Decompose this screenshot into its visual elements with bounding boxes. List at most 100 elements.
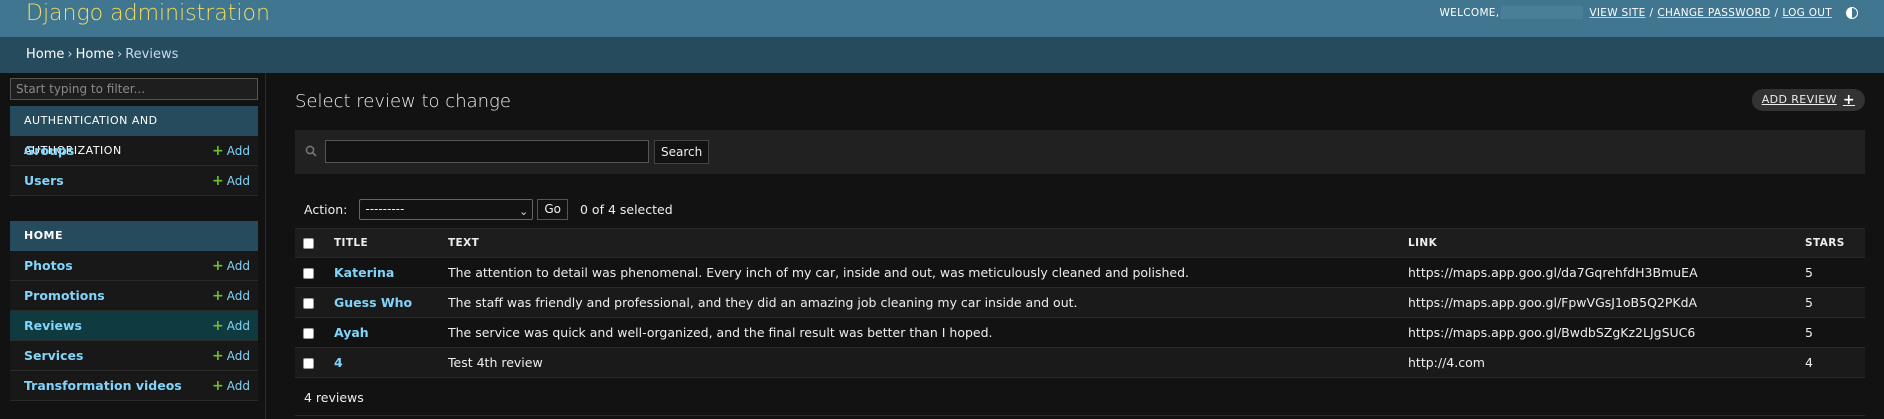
breadcrumb-home[interactable]: Home	[26, 47, 64, 62]
view-site-link[interactable]: VIEW SITE	[1589, 7, 1645, 19]
cell-link: https://maps.app.goo.gl/FpwVGsJ1oB5Q2PKd…	[1400, 287, 1797, 318]
add-promotions-link[interactable]: + Add	[212, 289, 250, 303]
nav-sidebar: AUTHENTICATION AND AUTHORIZATION Groups …	[0, 73, 266, 419]
plus-icon: +	[1842, 92, 1855, 108]
add-photos-link[interactable]: + Add	[212, 259, 250, 273]
row-title-link[interactable]: Katerina	[334, 265, 394, 280]
breadcrumb-app-home[interactable]: Home	[76, 47, 114, 62]
sidebar-item-users-link[interactable]: Users	[24, 173, 64, 188]
nav-filter-input[interactable]	[10, 78, 258, 100]
user-tools-separator: /	[1649, 6, 1654, 19]
header: Django administration WELCOME, VIEW SITE…	[0, 0, 1884, 37]
row-select-cell	[295, 317, 326, 348]
add-review-button[interactable]: ADD REVIEW +	[1751, 89, 1865, 111]
add-review-label: ADD REVIEW	[1761, 93, 1837, 106]
column-header-stars[interactable]: STARS	[1797, 228, 1865, 258]
add-services-link[interactable]: + Add	[212, 349, 250, 363]
breadcrumb-separator: ›	[116, 47, 123, 62]
column-header-title[interactable]: TITLE	[326, 228, 440, 258]
row-checkbox[interactable]	[303, 328, 314, 339]
search-button[interactable]: Search	[654, 140, 710, 164]
actions-bar: Action: --------- ⌄ Go 0 of 4 selected	[295, 194, 673, 224]
add-icon: +	[212, 317, 224, 334]
site-branding[interactable]: Django administration	[26, 0, 270, 30]
sidebar-item-promotions-link[interactable]: Promotions	[24, 288, 105, 303]
sidebar-item-reviews: Reviews + Add	[10, 311, 258, 341]
sidebar-item-photos-link[interactable]: Photos	[24, 258, 73, 273]
module-auth: AUTHENTICATION AND AUTHORIZATION Groups …	[10, 106, 258, 196]
module-caption-auth[interactable]: AUTHENTICATION AND AUTHORIZATION	[10, 106, 258, 157]
row-checkbox[interactable]	[303, 268, 314, 279]
row-select-cell	[295, 257, 326, 288]
sidebar-item-transformation-videos-link[interactable]: Transformation videos	[24, 378, 182, 393]
add-label: Add	[226, 378, 250, 393]
search-icon	[305, 145, 317, 157]
cell-title: Katerina	[326, 257, 440, 288]
table-header-row: TITLE TEXT LINK STARS	[295, 228, 1865, 258]
select-all-checkbox[interactable]	[303, 237, 314, 249]
cell-title: Ayah	[326, 317, 440, 348]
table-row: Ayah The service was quick and well-orga…	[295, 317, 1865, 348]
add-icon: +	[212, 142, 224, 159]
cell-link: http://4.com	[1400, 347, 1797, 378]
row-checkbox[interactable]	[303, 298, 314, 309]
add-users-link[interactable]: + Add	[212, 174, 250, 188]
paginator: 4 reviews	[295, 379, 1865, 416]
breadcrumb: Home › Home › Reviews	[0, 37, 1884, 73]
sidebar-item-transformation-videos: Transformation videos + Add	[10, 371, 258, 401]
table-row: 4 Test 4th review http://4.com 4	[295, 347, 1865, 378]
row-checkbox[interactable]	[303, 358, 314, 369]
add-icon: +	[212, 257, 224, 274]
add-groups-link[interactable]: + Add	[212, 144, 250, 158]
add-label: Add	[226, 288, 250, 303]
selected-count: 0 of 4 selected	[580, 201, 673, 217]
table-row: Katerina The attention to detail was phe…	[295, 257, 1865, 288]
add-label: Add	[226, 173, 250, 188]
select-all-header	[295, 228, 326, 258]
row-title-link[interactable]: Guess Who	[334, 295, 412, 310]
column-header-link[interactable]: LINK	[1400, 228, 1797, 258]
add-icon: +	[212, 347, 224, 364]
row-title-link[interactable]: 4	[334, 355, 343, 370]
cell-text: Test 4th review	[440, 347, 1400, 378]
add-icon: +	[212, 287, 224, 304]
sidebar-item-groups-link[interactable]: Groups	[24, 143, 74, 158]
sidebar-item-reviews-link[interactable]: Reviews	[24, 318, 82, 333]
sidebar-item-users: Users + Add	[10, 166, 258, 196]
result-table: TITLE TEXT LINK STARS Katerina The atten…	[295, 228, 1865, 378]
sidebar-item-services-link[interactable]: Services	[24, 348, 83, 363]
module-caption-home[interactable]: HOME	[10, 221, 258, 251]
row-select-cell	[295, 347, 326, 378]
action-label: Action:	[304, 201, 348, 217]
module-home: HOME Photos + Add Promotions + Add Reviews…	[10, 221, 258, 401]
add-transformation-videos-link[interactable]: + Add	[212, 379, 250, 393]
log-out-link[interactable]: LOG OUT	[1782, 7, 1832, 19]
cell-text: The service was quick and well-organized…	[440, 317, 1400, 348]
add-icon: +	[212, 377, 224, 394]
go-button[interactable]: Go	[537, 198, 568, 220]
search-input[interactable]	[325, 140, 649, 163]
theme-toggle-icon[interactable]	[1846, 6, 1858, 19]
welcome-text: WELCOME,	[1439, 6, 1500, 19]
sidebar-item-promotions: Promotions + Add	[10, 281, 258, 311]
breadcrumb-current: Reviews	[125, 47, 179, 62]
change-password-link[interactable]: CHANGE PASSWORD	[1657, 7, 1770, 19]
add-reviews-link[interactable]: + Add	[212, 319, 250, 333]
add-label: Add	[226, 143, 250, 158]
cell-link: https://maps.app.goo.gl/BwdbSZgKz2LJgSUC…	[1400, 317, 1797, 348]
add-label: Add	[226, 318, 250, 333]
page-title: Select review to change	[295, 91, 511, 112]
cell-title: Guess Who	[326, 287, 440, 318]
cell-title: 4	[326, 347, 440, 378]
column-header-text[interactable]: TEXT	[440, 228, 1400, 258]
user-tools-separator: /	[1774, 6, 1779, 19]
action-select-value: ---------	[365, 201, 405, 216]
breadcrumb-separator: ›	[67, 47, 73, 62]
cell-link: https://maps.app.goo.gl/da7GqrehfdH3BmuE…	[1400, 257, 1797, 288]
action-select[interactable]: --------- ⌄	[359, 198, 534, 220]
cell-stars: 5	[1797, 317, 1865, 348]
add-label: Add	[226, 258, 250, 273]
row-title-link[interactable]: Ayah	[334, 325, 369, 340]
cell-stars: 5	[1797, 257, 1865, 288]
add-label: Add	[226, 348, 250, 363]
